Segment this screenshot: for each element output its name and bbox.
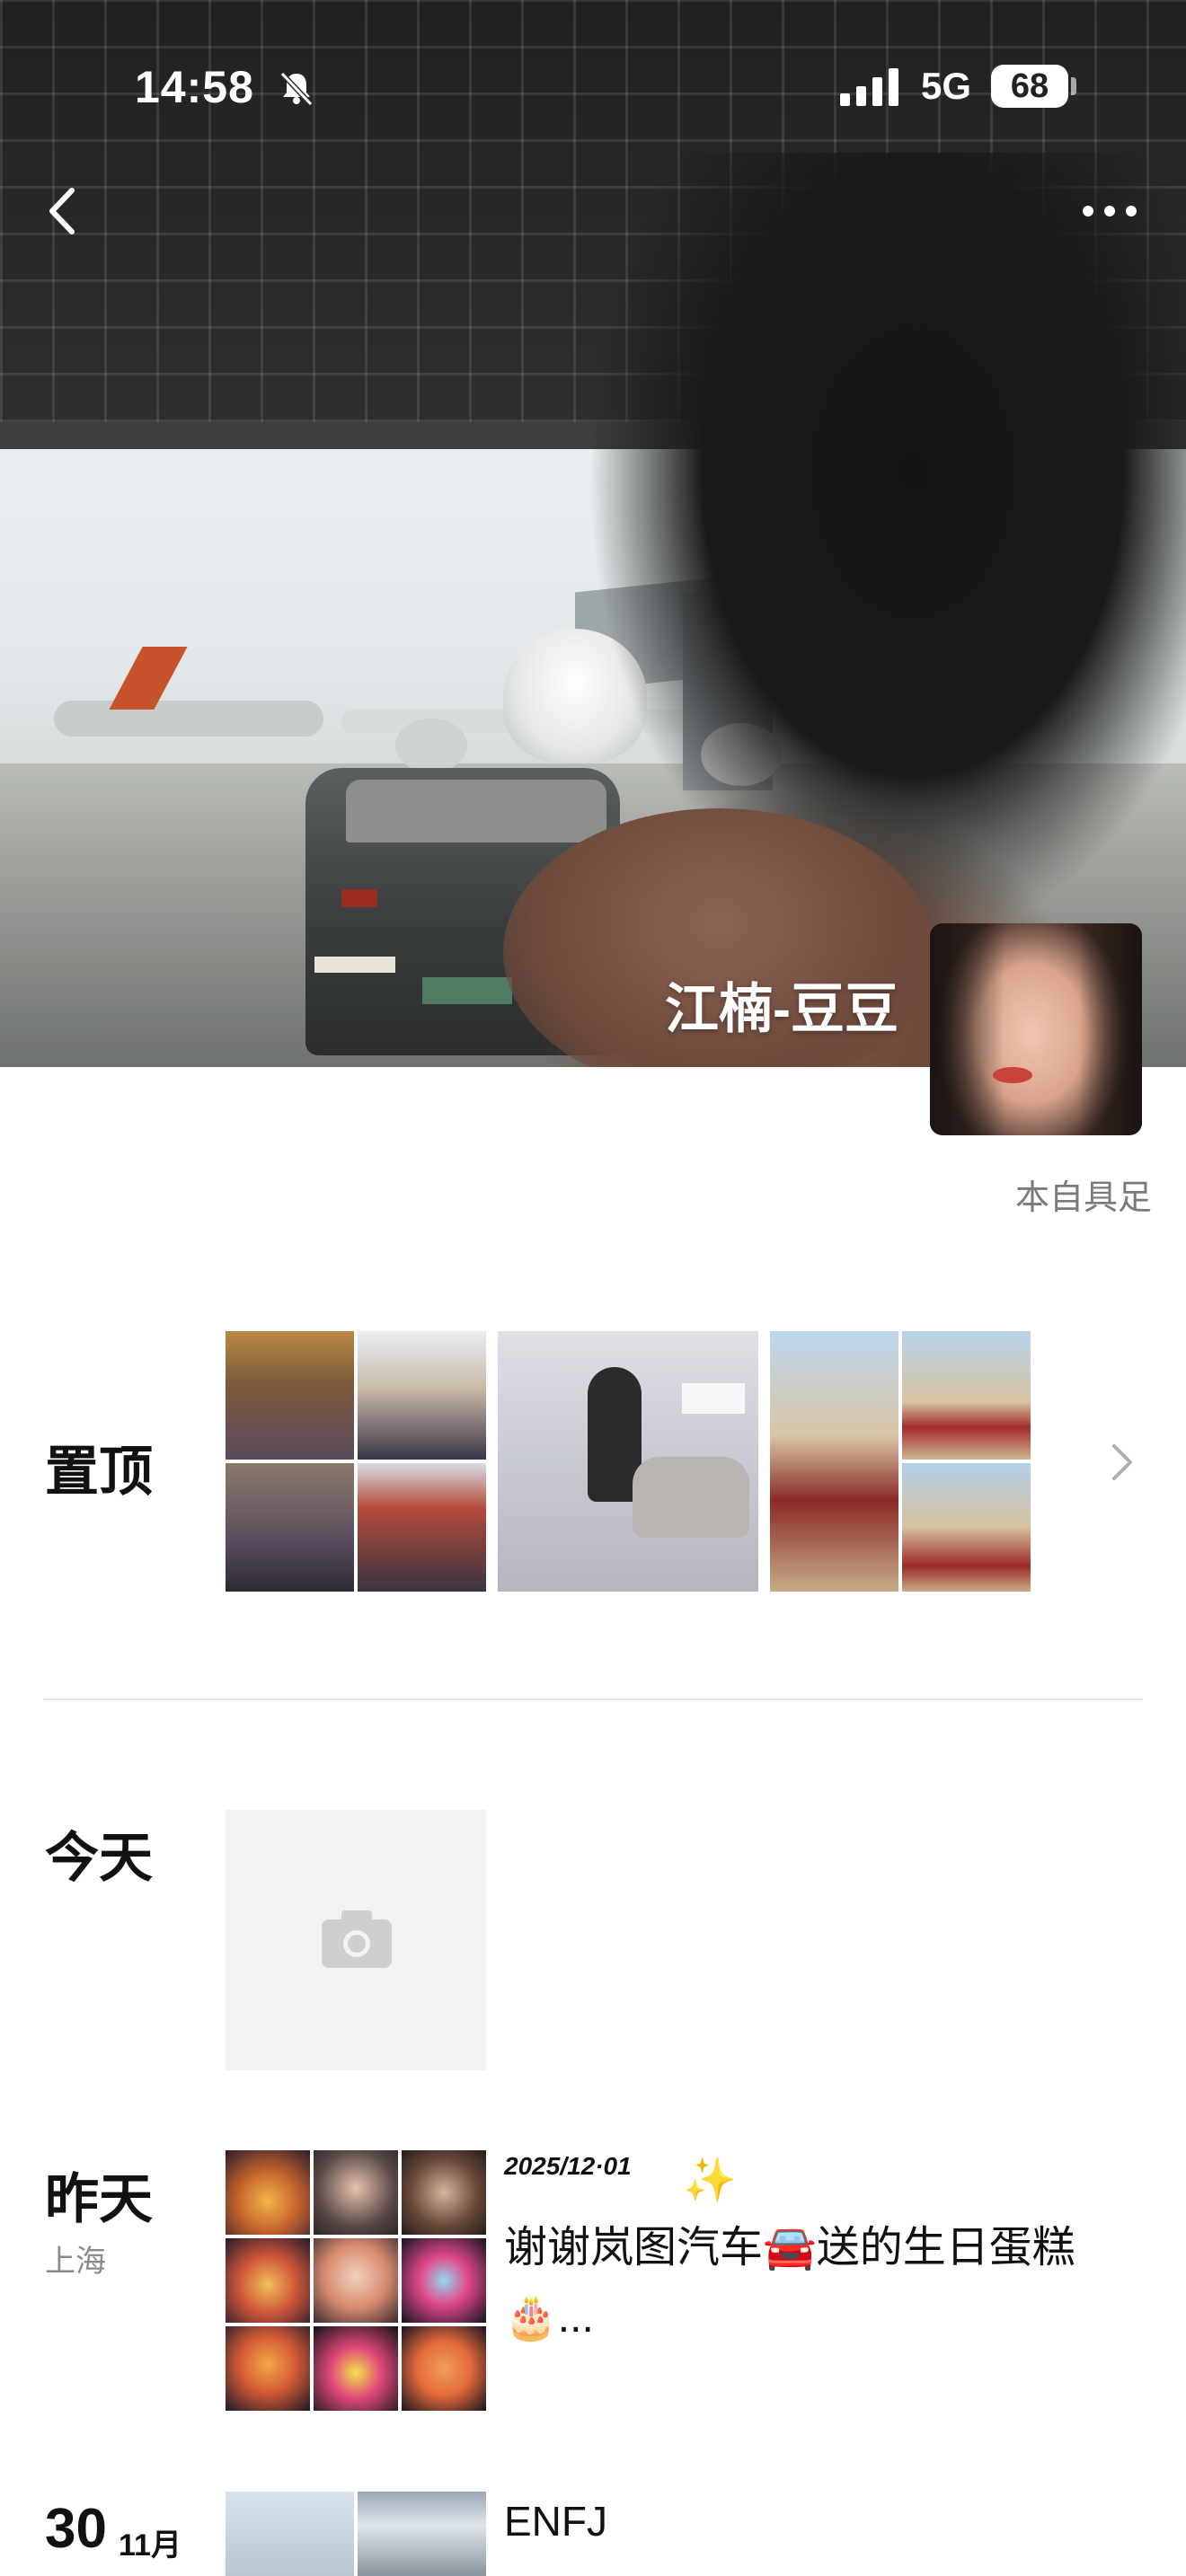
photo-tile <box>402 2238 486 2323</box>
cover-bg-plane <box>54 701 323 737</box>
photo-tile <box>226 1331 354 1460</box>
cover-car-bumper-light <box>314 957 395 973</box>
photo-tile <box>314 2150 398 2235</box>
avatar-lips <box>993 1067 1032 1083</box>
network-type: 5G <box>921 65 972 107</box>
pinned-thumbnail-desert[interactable] <box>770 1331 1031 1592</box>
post-placeholder[interactable] <box>226 1810 486 2070</box>
photo-tile <box>226 2150 310 2235</box>
more-options-icon[interactable] <box>1074 189 1146 234</box>
photo-tile <box>358 2492 486 2576</box>
status-time: 14:58 <box>135 62 254 112</box>
feed-month-label: 11月 <box>119 2528 181 2563</box>
photo-tile <box>226 2492 354 2576</box>
photo-tile <box>358 1463 486 1592</box>
feed-day-number: 30 <box>45 2498 107 2560</box>
profile-signature: 本自具足 <box>1014 1179 1152 1217</box>
section-divider <box>43 1698 1143 1700</box>
post-date-stamp: 2025/12·01 <box>504 2152 632 2180</box>
status-bar: 14:58 5G 68 <box>0 0 1186 162</box>
photo-tile <box>902 1463 1031 1592</box>
photo-tile <box>226 2238 310 2323</box>
photo-tile <box>226 2326 310 2411</box>
photo-tile <box>770 1331 898 1592</box>
photo-car <box>633 1457 749 1538</box>
pinned-label: 置顶 <box>45 1442 153 1502</box>
cover-car-taillight <box>341 889 377 907</box>
feed-day-label-today: 今天 <box>45 1828 153 1888</box>
post-location: 上海 <box>45 2245 106 2279</box>
pinned-thumbnail-temple[interactable] <box>226 1331 486 1592</box>
photo-tile <box>314 2326 398 2411</box>
photo-tile <box>314 2238 398 2323</box>
photo-tile <box>358 1331 486 1460</box>
cover-plane-engine <box>395 719 467 772</box>
feed-day-label-yesterday: 昨天 <box>45 2169 153 2229</box>
post-photo-grid[interactable] <box>226 2492 486 2576</box>
photo-tile <box>902 1331 1031 1460</box>
chevron-right-icon[interactable] <box>1105 1435 1141 1489</box>
cellular-signal-icon <box>840 68 898 106</box>
camera-icon[interactable] <box>320 1907 394 1970</box>
sparkle-emoji: ✨ <box>683 2157 737 2204</box>
photo-tile <box>402 2326 486 2411</box>
battery-level: 68 <box>991 65 1068 108</box>
post-photo-grid[interactable] <box>226 2150 486 2411</box>
avatar-hair <box>930 923 1142 1135</box>
profile-name[interactable]: 江楠-豆豆 <box>629 966 898 1044</box>
photo-window <box>682 1383 745 1414</box>
photo-tile <box>226 1463 354 1592</box>
post-text[interactable]: 谢谢岚图汽车🚘送的生日蛋糕🎂... <box>504 2213 1133 2353</box>
cover-car-plate <box>422 977 512 1004</box>
post-text[interactable]: ENFJ <box>504 2497 607 2545</box>
avatar[interactable] <box>930 923 1142 1135</box>
back-chevron-icon[interactable] <box>36 180 90 243</box>
photo-tile <box>402 2150 486 2235</box>
pinned-thumbnail-car[interactable] <box>498 1331 758 1592</box>
battery-tip <box>1071 77 1076 95</box>
bell-muted-icon <box>279 71 314 107</box>
